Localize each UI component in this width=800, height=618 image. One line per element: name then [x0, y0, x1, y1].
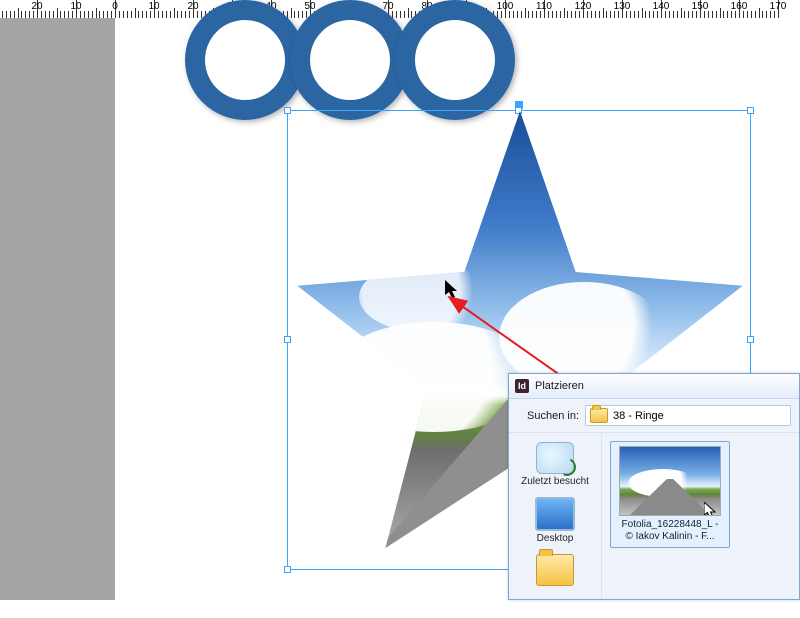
place-recent[interactable]: Zuletzt besucht	[515, 439, 595, 490]
ruler-label: 160	[731, 1, 748, 12]
ring-3	[395, 0, 515, 120]
ruler-label: 120	[575, 1, 592, 12]
current-folder-name: 38 - Ringe	[613, 410, 664, 422]
file-name-line2: © Iakov Kalinin - F...	[625, 531, 714, 542]
dialog-titlebar[interactable]: Id Platzieren	[509, 374, 799, 399]
ruler-label: 0	[112, 1, 118, 12]
search-in-label: Suchen in:	[517, 410, 579, 422]
file-list[interactable]: Fotolia_16228448_L - © Iakov Kalinin - F…	[602, 433, 799, 599]
ruler-label: 110	[536, 1, 552, 12]
indesign-app-icon: Id	[515, 379, 529, 393]
ring-1	[185, 0, 305, 120]
recent-icon	[536, 442, 574, 474]
search-in-row: Suchen in: 38 - Ringe	[509, 399, 799, 433]
desktop-icon	[535, 497, 575, 531]
ruler-label: 140	[653, 1, 670, 12]
ruler-label: 170	[770, 1, 787, 12]
file-name-line1: Fotolia_16228448_L -	[622, 519, 719, 530]
ruler-label: 150	[692, 1, 709, 12]
ruler-label: 130	[614, 1, 631, 12]
place-desktop[interactable]: Desktop	[515, 494, 595, 547]
file-thumbnail	[619, 446, 721, 516]
file-item-selected[interactable]: Fotolia_16228448_L - © Iakov Kalinin - F…	[610, 441, 730, 548]
folder-icon	[590, 408, 608, 423]
place-label: Desktop	[515, 533, 595, 544]
horizontal-ruler: 2010010203040506070809010011012013014015…	[0, 0, 800, 19]
place-folder[interactable]	[515, 551, 595, 591]
ruler-label: 100	[497, 1, 514, 12]
places-sidebar: Zuletzt besucht Desktop	[509, 433, 602, 599]
place-dialog[interactable]: Id Platzieren Suchen in: 38 - Ringe Zule…	[508, 373, 800, 600]
dialog-title: Platzieren	[535, 380, 584, 392]
folder-combobox[interactable]: 38 - Ringe	[585, 405, 791, 426]
place-label: Zuletzt besucht	[515, 476, 595, 487]
ring-2	[290, 0, 410, 120]
folder-icon	[536, 554, 574, 586]
